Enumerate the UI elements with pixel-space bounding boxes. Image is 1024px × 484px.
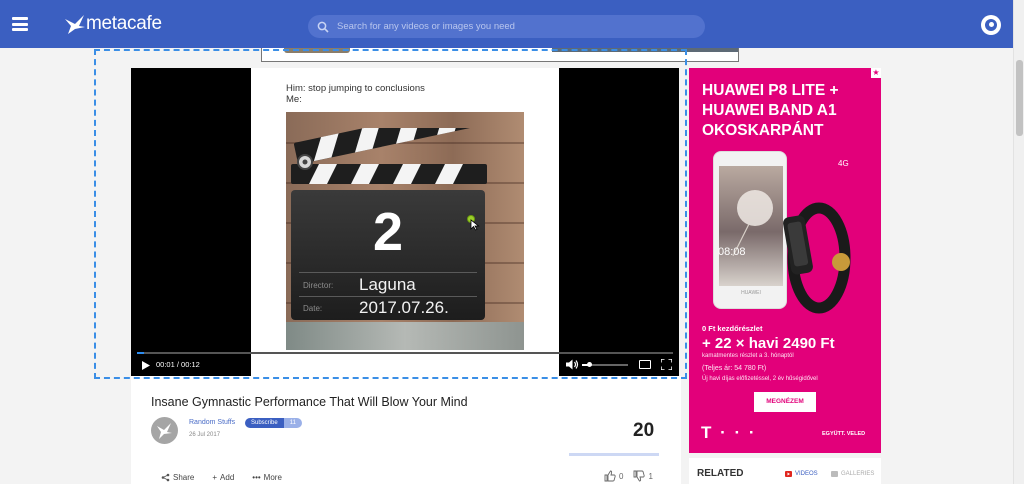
ad-headline-line-2: HUAWEI BAND A1	[702, 102, 837, 119]
video-title: Insane Gymnastic Performance That Will B…	[151, 395, 468, 409]
views-underline	[569, 453, 659, 456]
add-label: Add	[220, 473, 235, 482]
search-icon	[317, 21, 329, 33]
dislike-button[interactable]: 1	[633, 470, 653, 482]
scrollbar-thumb[interactable]	[1016, 60, 1023, 136]
telekom-logo: T · · ·	[701, 423, 757, 442]
logo-bird-icon	[65, 15, 85, 34]
tab-videos-label: VIDEOS	[795, 471, 818, 477]
thumbs-down-icon	[634, 470, 646, 482]
dandelion-icon	[732, 190, 773, 257]
ad-headline-line-1: HUAWEI P8 LITE +	[702, 82, 839, 99]
telekom-advertisement[interactable]: ★ HUAWEI P8 LITE + HUAWEI BAND A1 OKOSKA…	[689, 68, 881, 453]
search-bar[interactable]	[308, 15, 705, 38]
video-actions: Share + Add ••• More	[161, 473, 282, 482]
ad-4g-badge: 4G	[838, 159, 849, 168]
logo-text: metacafe	[86, 13, 162, 34]
ad-price: + 22 × havi 2490 Ft	[702, 335, 835, 352]
ad-info-icon[interactable]: ★	[871, 68, 881, 78]
ad-headline-line-3: OKOSKARPÁNT	[702, 122, 824, 139]
thumbs-up-icon	[604, 470, 616, 482]
add-button[interactable]: + Add	[212, 473, 234, 482]
top-header: metacafe	[0, 0, 1013, 48]
smart-band-image	[783, 202, 851, 314]
ellipsis-icon: •••	[252, 473, 261, 482]
more-label: More	[263, 473, 282, 482]
ad-phone-clock: 08:08	[718, 246, 746, 258]
user-account-icon[interactable]	[981, 15, 1001, 35]
tab-videos[interactable]: VIDEOS	[785, 471, 818, 477]
upload-date: 26 Jul 2017	[189, 432, 221, 438]
page-scrollbar[interactable]	[1013, 0, 1024, 484]
tab-galleries-label: GALLERIES	[841, 471, 875, 477]
like-count: 0	[619, 471, 624, 481]
share-button[interactable]: Share	[161, 473, 194, 482]
channel-name-link[interactable]: Random Stuffs	[189, 419, 235, 426]
ad-fine-print-2: (Teljes ár: 54 780 Ft)	[702, 365, 767, 372]
ad-headline: HUAWEI P8 LITE + HUAWEI BAND A1 OKOSKARP…	[702, 81, 839, 141]
like-button[interactable]: 0	[604, 470, 623, 482]
share-label: Share	[173, 473, 195, 482]
ad-phone-brand: HUAWEI	[741, 290, 761, 296]
gallery-icon	[831, 471, 838, 477]
ad-down-payment: 0 Ft kezdőrészlet	[702, 324, 763, 333]
share-icon	[161, 473, 170, 482]
related-panel: RELATED VIDEOS GALLERIES	[689, 458, 881, 484]
channel-avatar[interactable]	[151, 417, 178, 444]
more-button[interactable]: ••• More	[252, 473, 282, 482]
subscribe-label: Subscribe	[245, 418, 284, 428]
ad-fine-print-1: kamatmentes részlet a 3. hónaptól	[702, 353, 794, 359]
video-icon	[785, 471, 792, 477]
ad-fine-print-3: Új havi díjas előfizetéssel, 2 év hűségi…	[702, 376, 818, 382]
tab-galleries[interactable]: GALLERIES	[831, 471, 874, 477]
metacafe-logo[interactable]: metacafe	[64, 11, 162, 37]
subscriber-count: 11	[283, 418, 302, 428]
ad-tagline: EGYÜTT. VELED	[822, 431, 866, 437]
video-info-card: Insane Gymnastic Performance That Will B…	[131, 376, 681, 484]
avatar-bird-icon	[157, 423, 172, 439]
rating-controls: 0 1	[604, 470, 653, 482]
view-count: 20	[633, 420, 655, 441]
related-title: RELATED	[697, 468, 744, 479]
plus-icon: +	[212, 473, 218, 482]
search-input[interactable]	[337, 21, 697, 32]
dislike-count: 1	[648, 471, 653, 481]
ad-cta-button[interactable]: MEGNÉZEM	[754, 392, 816, 412]
hamburger-menu-icon[interactable]	[12, 17, 28, 31]
subscribe-button[interactable]: Subscribe 11	[245, 418, 302, 428]
selection-outline	[94, 49, 687, 379]
ad-phone-image: 08:08 HUAWEI	[713, 151, 787, 309]
